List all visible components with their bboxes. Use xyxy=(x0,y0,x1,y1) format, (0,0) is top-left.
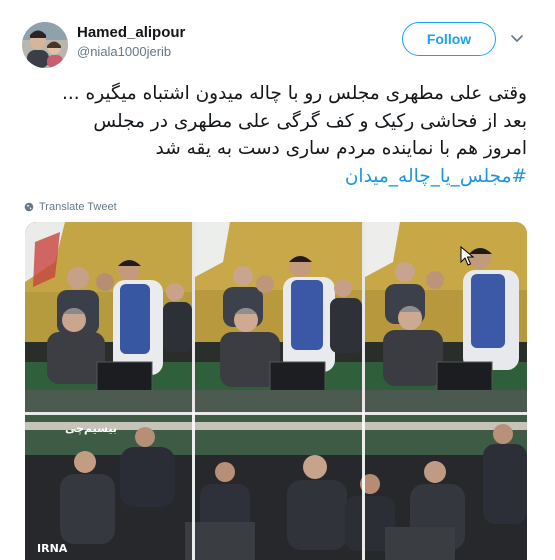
tweet-card: Hamed_alipour @niala1000jerib Follow وقت… xyxy=(0,0,555,560)
photo-panel-2 xyxy=(195,222,362,412)
media-collage xyxy=(25,222,527,560)
mouse-cursor-icon xyxy=(460,246,474,266)
tweet-text-line: وقتی علی مطهری مجلس رو با چاله میدون اشت… xyxy=(61,83,527,104)
hashtag-link[interactable]: #مجلس_یا_چاله_میدان xyxy=(27,163,527,191)
photo-panel-1 xyxy=(25,222,192,412)
display-name[interactable]: Hamed_alipour xyxy=(77,24,185,41)
tweet-text-line: امروز هم با نماینده مردم ساری دست به یقه… xyxy=(155,138,528,159)
globe-icon xyxy=(24,202,34,212)
avatar[interactable] xyxy=(22,22,68,68)
translate-tweet-link[interactable]: Translate Tweet xyxy=(24,200,117,214)
tweet-media-photo[interactable]: بیسیم‌چی IRNA xyxy=(25,222,527,560)
photo-panel-3 xyxy=(365,222,527,412)
translate-label: Translate Tweet xyxy=(39,201,117,213)
follow-button[interactable]: Follow xyxy=(402,22,496,56)
chevron-down-icon[interactable] xyxy=(511,35,523,43)
tweet-text-line: بعد از فحاشی رکیک و کف گرگی علی مطهری در… xyxy=(93,110,527,132)
tweet-text: وقتی علی مطهری مجلس رو با چاله میدون اشت… xyxy=(27,80,527,190)
user-handle[interactable]: @niala1000jerib xyxy=(77,44,171,59)
watermark-bottom: IRNA xyxy=(37,542,68,555)
watermark-top: بیسیم‌چی xyxy=(65,422,117,435)
tweet-header: Hamed_alipour @niala1000jerib Follow xyxy=(22,22,532,68)
